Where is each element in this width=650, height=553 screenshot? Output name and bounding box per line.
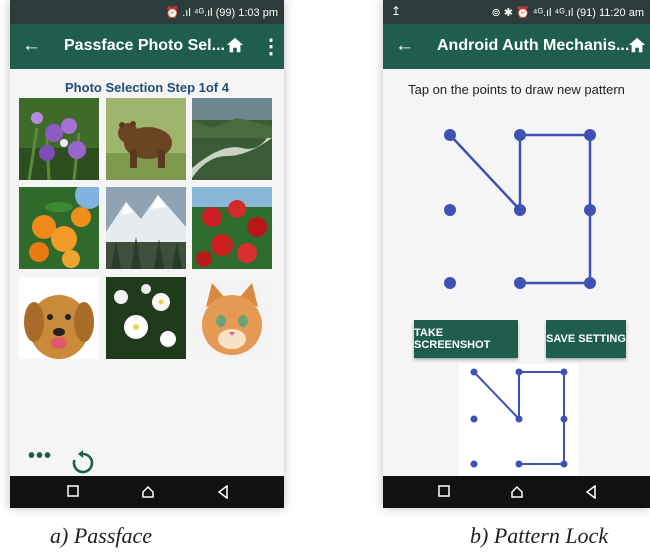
app-bar: ← Passface Photo Sel... ⋮ bbox=[10, 24, 284, 69]
caption-pattern-lock: b) Pattern Lock bbox=[470, 523, 609, 548]
pattern-dot bbox=[514, 204, 526, 216]
photo-dog[interactable] bbox=[19, 277, 99, 359]
pattern-dot bbox=[444, 204, 456, 216]
save-setting-button[interactable]: SAVE SETTING bbox=[546, 320, 626, 358]
photo-kitten[interactable] bbox=[192, 277, 272, 359]
back-arrow-icon[interactable]: ← bbox=[22, 35, 41, 57]
status-text: ⊚ ✱ ⏰ ⁴ᴳ.ıl ⁴ᴳ.ıl (91) 11:20 am bbox=[491, 7, 644, 19]
photo-river-valley[interactable] bbox=[192, 98, 272, 180]
back-arrow-icon[interactable]: ← bbox=[395, 35, 414, 57]
recents-icon[interactable] bbox=[67, 485, 79, 497]
photo-bear[interactable] bbox=[106, 98, 186, 180]
system-nav-bar bbox=[383, 476, 650, 508]
photo-red-apples[interactable] bbox=[192, 187, 272, 269]
pattern-dot bbox=[514, 277, 526, 289]
pattern-grid[interactable] bbox=[430, 118, 610, 298]
status-bar: ⏰ .ıl ⁴ᴳ.ıl (99) 1:03 pm bbox=[10, 0, 284, 24]
pattern-dot bbox=[584, 277, 596, 289]
upload-icon: ↥ bbox=[391, 4, 402, 18]
pattern-dot bbox=[444, 129, 456, 141]
pattern-dot bbox=[584, 204, 596, 216]
pattern-lock-phone: ↥ ⊚ ✱ ⏰ ⁴ᴳ.ıl ⁴ᴳ.ıl (91) 11:20 am ← Andr… bbox=[383, 0, 650, 508]
app-title: Passface Photo Sel... bbox=[64, 37, 225, 54]
home-icon[interactable] bbox=[628, 36, 646, 54]
back-nav-icon[interactable] bbox=[217, 485, 229, 499]
pattern-dot bbox=[514, 129, 526, 141]
status-bar: ↥ ⊚ ✱ ⏰ ⁴ᴳ.ıl ⁴ᴳ.ıl (91) 11:20 am bbox=[383, 0, 650, 24]
step-title: Photo Selection Step 1of 4 bbox=[65, 80, 229, 95]
passface-phone: ⏰ .ıl ⁴ᴳ.ıl (99) 1:03 pm ← Passface Phot… bbox=[10, 0, 284, 508]
photo-oranges[interactable] bbox=[19, 187, 99, 269]
system-nav-bar bbox=[10, 476, 284, 508]
recents-icon[interactable] bbox=[438, 485, 450, 497]
pattern-dot bbox=[444, 277, 456, 289]
home-nav-icon[interactable] bbox=[510, 485, 524, 499]
overflow-menu-icon[interactable]: ⋮ bbox=[261, 34, 281, 59]
app-bar: ← Android Auth Mechanis... bbox=[383, 24, 650, 69]
ellipsis-icon[interactable]: ••• bbox=[28, 445, 52, 468]
photo-purple-flowers[interactable] bbox=[19, 98, 99, 180]
home-nav-icon[interactable] bbox=[141, 485, 155, 499]
photo-white-flowers[interactable] bbox=[106, 277, 186, 359]
refresh-icon[interactable] bbox=[70, 450, 96, 476]
photo-snowy-mountains[interactable] bbox=[106, 187, 186, 269]
take-screenshot-button[interactable]: TAKE SCREENSHOT bbox=[414, 320, 518, 358]
pattern-hint: Tap on the points to draw new pattern bbox=[408, 82, 625, 97]
app-title: Android Auth Mechanis... bbox=[437, 37, 630, 54]
pattern-dot bbox=[584, 129, 596, 141]
back-nav-icon[interactable] bbox=[585, 485, 597, 499]
home-icon[interactable] bbox=[226, 36, 244, 54]
pattern-preview bbox=[459, 364, 579, 476]
status-text: ⏰ .ıl ⁴ᴳ.ıl (99) 1:03 pm bbox=[165, 7, 278, 19]
caption-passface: a) Passface bbox=[50, 523, 153, 548]
